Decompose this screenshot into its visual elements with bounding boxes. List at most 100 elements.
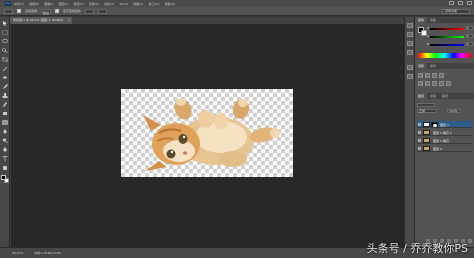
slider-r[interactable] — [430, 28, 464, 30]
quick-select-tool-icon[interactable] — [2, 48, 8, 53]
distribute-buttons[interactable] — [98, 8, 108, 14]
tab-swatches[interactable]: 色板 — [427, 17, 439, 23]
history-panel-icon[interactable] — [407, 23, 413, 28]
align-buttons[interactable] — [85, 8, 95, 14]
layer-row[interactable]: 图层 1 拷贝 — [417, 137, 472, 144]
layer-row[interactable]: 图层 0 — [417, 145, 472, 152]
gradient-tool-icon[interactable] — [2, 120, 8, 125]
menu-help[interactable]: 帮助(H) — [165, 2, 176, 6]
hand-tool-icon[interactable] — [2, 165, 8, 170]
workspace-dropdown[interactable]: 基本功能 — [442, 9, 470, 14]
tab-styles[interactable]: 样式 — [427, 63, 439, 69]
slider-b[interactable] — [430, 44, 464, 46]
brush-tool-icon[interactable] — [2, 84, 8, 89]
layer-name: 图层 1 — [440, 123, 449, 127]
layer-controls: 正常 100% — [417, 103, 472, 119]
color-balance-icon[interactable] — [432, 81, 437, 86]
tab-channels[interactable]: 通道 — [427, 93, 439, 99]
layer-thumbnail — [423, 122, 430, 127]
close-window-icon[interactable] — [467, 1, 472, 5]
exposure-icon[interactable] — [439, 73, 444, 78]
healing-brush-tool-icon[interactable] — [2, 75, 8, 80]
move-tool-preset[interactable] — [4, 8, 13, 14]
eye-icon[interactable] — [418, 131, 421, 134]
marquee-tool-icon[interactable] — [2, 30, 8, 35]
blur-tool-icon[interactable] — [2, 129, 8, 134]
show-transform-checkbox[interactable] — [55, 9, 60, 13]
paragraph-panel-icon[interactable] — [407, 50, 413, 55]
auto-select-checkbox[interactable] — [17, 9, 21, 13]
crop-tool-icon[interactable] — [2, 57, 8, 62]
lasso-tool-icon[interactable] — [2, 39, 8, 44]
slider-b-value[interactable]: 0 — [466, 42, 473, 46]
slider-g-value[interactable]: 0 — [466, 34, 473, 38]
menu-image[interactable]: 图像(I) — [44, 2, 53, 6]
menu-edit[interactable]: 编辑(E) — [29, 2, 39, 6]
menu-view[interactable]: 视图(V) — [133, 2, 143, 6]
eye-icon[interactable] — [418, 147, 421, 150]
history-brush-tool-icon[interactable] — [2, 102, 8, 107]
menu-window[interactable]: 窗口(W) — [148, 2, 159, 6]
trash-icon[interactable] — [468, 239, 472, 243]
maximize-icon[interactable] — [458, 1, 463, 5]
opacity-field[interactable]: 100% — [447, 109, 461, 113]
tools-panel — [0, 17, 10, 247]
tab-layers[interactable]: 图层 — [415, 93, 428, 99]
dodge-tool-icon[interactable] — [2, 138, 8, 143]
vibrance-icon[interactable] — [418, 81, 423, 86]
menu-layer[interactable]: 图层(L) — [59, 2, 69, 6]
eraser-tool-icon[interactable] — [2, 111, 8, 116]
properties-panel-icon[interactable] — [407, 32, 413, 37]
curves-icon[interactable] — [432, 73, 437, 78]
pen-tool-icon[interactable] — [2, 147, 8, 152]
photo-filter-icon[interactable] — [446, 81, 451, 86]
minimize-icon[interactable] — [449, 1, 454, 5]
layer-filter-dropdown[interactable] — [417, 103, 435, 107]
slider-g[interactable] — [430, 36, 464, 38]
layer-name: 图层 1 拷贝 2 — [433, 131, 452, 135]
layer-name: 图层 1 拷贝 — [433, 139, 449, 143]
eye-icon[interactable] — [418, 139, 421, 142]
options-bar: 自动选择: 图层 显示变换控件 基本功能 — [0, 7, 474, 16]
layer-mask-thumbnail[interactable] — [431, 122, 438, 127]
clone-source-panel-icon[interactable] — [407, 74, 413, 79]
type-tool-icon[interactable] — [2, 156, 8, 161]
menu-3d[interactable]: 3D(D) — [119, 2, 128, 6]
right-panel-dock: 颜色 色板 R 0 G 0 B 0 调整 样式 图层 通道 路径 正常 100% — [415, 17, 474, 247]
layer-row[interactable]: 图层 1 拷贝 2 — [417, 129, 472, 136]
foreground-color-swatch[interactable] — [1, 175, 6, 180]
tab-color[interactable]: 颜色 — [415, 17, 428, 23]
levels-icon[interactable] — [425, 73, 430, 78]
document-info: 文档:1.91M/4.03M — [34, 251, 61, 255]
document-workspace[interactable] — [11, 24, 404, 247]
menu-file[interactable]: 文件(F) — [14, 2, 24, 6]
tab-paths[interactable]: 路径 — [439, 93, 451, 99]
hue-saturation-icon[interactable] — [425, 81, 430, 86]
auto-select-target-dropdown[interactable]: 图层 — [42, 8, 52, 15]
document-tab-title: 未标题-1 @ 66.7% (图层 1, RGB/8) — [13, 18, 63, 22]
move-tool-icon[interactable] — [2, 21, 8, 26]
clone-stamp-tool-icon[interactable] — [2, 93, 8, 98]
document-tab-bar: 未标题-1 @ 66.7% (图层 1, RGB/8) × — [10, 17, 404, 24]
document-tab[interactable]: 未标题-1 @ 66.7% (图层 1, RGB/8) × — [10, 17, 72, 24]
zoom-level[interactable]: 66.67% — [12, 251, 23, 255]
eye-icon[interactable] — [418, 123, 421, 126]
auto-select-target-value: 图层 — [43, 10, 50, 15]
layer-row[interactable]: 图层 1 — [417, 121, 472, 128]
adjustment-icons-row-2 — [418, 81, 470, 86]
menu-filter[interactable]: 滤镜(T) — [104, 2, 114, 6]
slider-r-value[interactable]: 0 — [466, 26, 473, 30]
black-white-icon[interactable] — [439, 81, 444, 86]
close-tab-icon[interactable]: × — [67, 17, 70, 24]
canvas[interactable] — [121, 89, 293, 177]
tab-adjustments[interactable]: 调整 — [415, 63, 428, 69]
menu-type[interactable]: 类型(Y) — [74, 2, 84, 6]
brightness-icon[interactable] — [418, 73, 423, 78]
character-panel-icon[interactable] — [407, 41, 413, 46]
layer-name: 图层 0 — [433, 147, 442, 151]
color-spectrum-bar[interactable] — [418, 53, 471, 58]
blend-mode-dropdown[interactable]: 正常 — [417, 109, 437, 113]
brush-panel-icon[interactable] — [407, 65, 413, 70]
menu-select[interactable]: 选择(S) — [89, 2, 99, 6]
eyedropper-tool-icon[interactable] — [2, 66, 8, 71]
